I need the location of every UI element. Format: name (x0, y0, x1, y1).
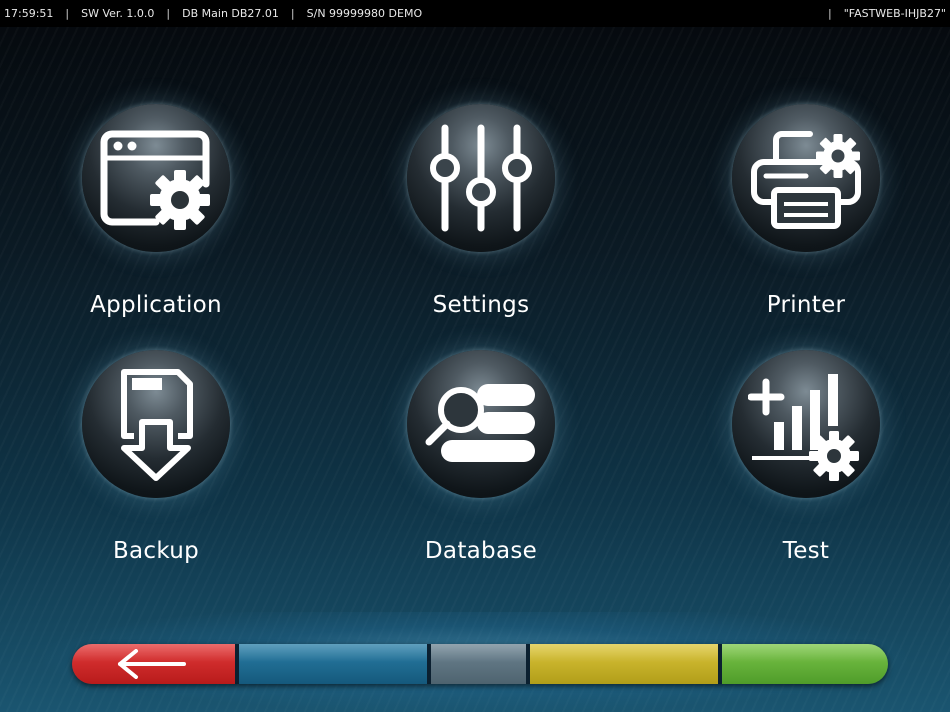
status-network-area: | "FASTWEB-IHJB27" (816, 7, 946, 20)
printer-settings-icon (751, 131, 861, 229)
menu-tile-application[interactable]: Application (46, 104, 266, 344)
back-button[interactable] (72, 644, 239, 684)
backup-download-icon (121, 369, 193, 481)
test-chart-settings-icon (748, 374, 859, 481)
sliders-icon (430, 124, 532, 232)
menu-tile-database[interactable]: Database (371, 350, 591, 590)
application-settings-icon (100, 130, 210, 230)
menu-orb[interactable] (82, 104, 230, 252)
status-separator: | (827, 7, 832, 20)
function-key-yellow[interactable] (530, 644, 722, 684)
menu-orb[interactable] (407, 350, 555, 498)
function-key-gray[interactable] (431, 644, 530, 684)
function-key-bar (72, 644, 888, 684)
menu-tile-label[interactable]: Settings (371, 292, 591, 318)
menu-tile-label[interactable]: Test (696, 538, 916, 564)
status-sw-version: SW Ver. 1.0.0 (81, 7, 155, 20)
database-search-icon (425, 384, 535, 462)
menu-tile-settings[interactable]: Settings (371, 104, 591, 344)
menu-orb[interactable] (407, 104, 555, 252)
status-info: 17:59:51 | SW Ver. 1.0.0 | DB Main DB27.… (4, 7, 422, 20)
function-key-green[interactable] (722, 644, 888, 684)
status-separator: | (290, 7, 295, 20)
status-bar: 17:59:51 | SW Ver. 1.0.0 | DB Main DB27.… (0, 0, 950, 27)
back-arrow-icon (118, 649, 186, 679)
menu-tile-backup[interactable]: Backup (46, 350, 266, 590)
status-separator: | (65, 7, 70, 20)
menu-tile-test[interactable]: Test (696, 350, 916, 590)
menu-tile-label[interactable]: Database (371, 538, 591, 564)
menu-orb[interactable] (732, 350, 880, 498)
status-time: 17:59:51 (4, 7, 54, 20)
menu-tile-label[interactable]: Application (46, 292, 266, 318)
function-key-blue[interactable] (239, 644, 431, 684)
menu-tile-printer[interactable]: Printer (696, 104, 916, 344)
status-separator: | (166, 7, 171, 20)
status-network: "FASTWEB-IHJB27" (843, 7, 946, 20)
status-serial: S/N 99999980 DEMO (306, 7, 423, 20)
menu-tile-label[interactable]: Backup (46, 538, 266, 564)
menu-orb[interactable] (82, 350, 230, 498)
status-database: DB Main DB27.01 (182, 7, 279, 20)
menu-tile-label[interactable]: Printer (696, 292, 916, 318)
menu-orb[interactable] (732, 104, 880, 252)
